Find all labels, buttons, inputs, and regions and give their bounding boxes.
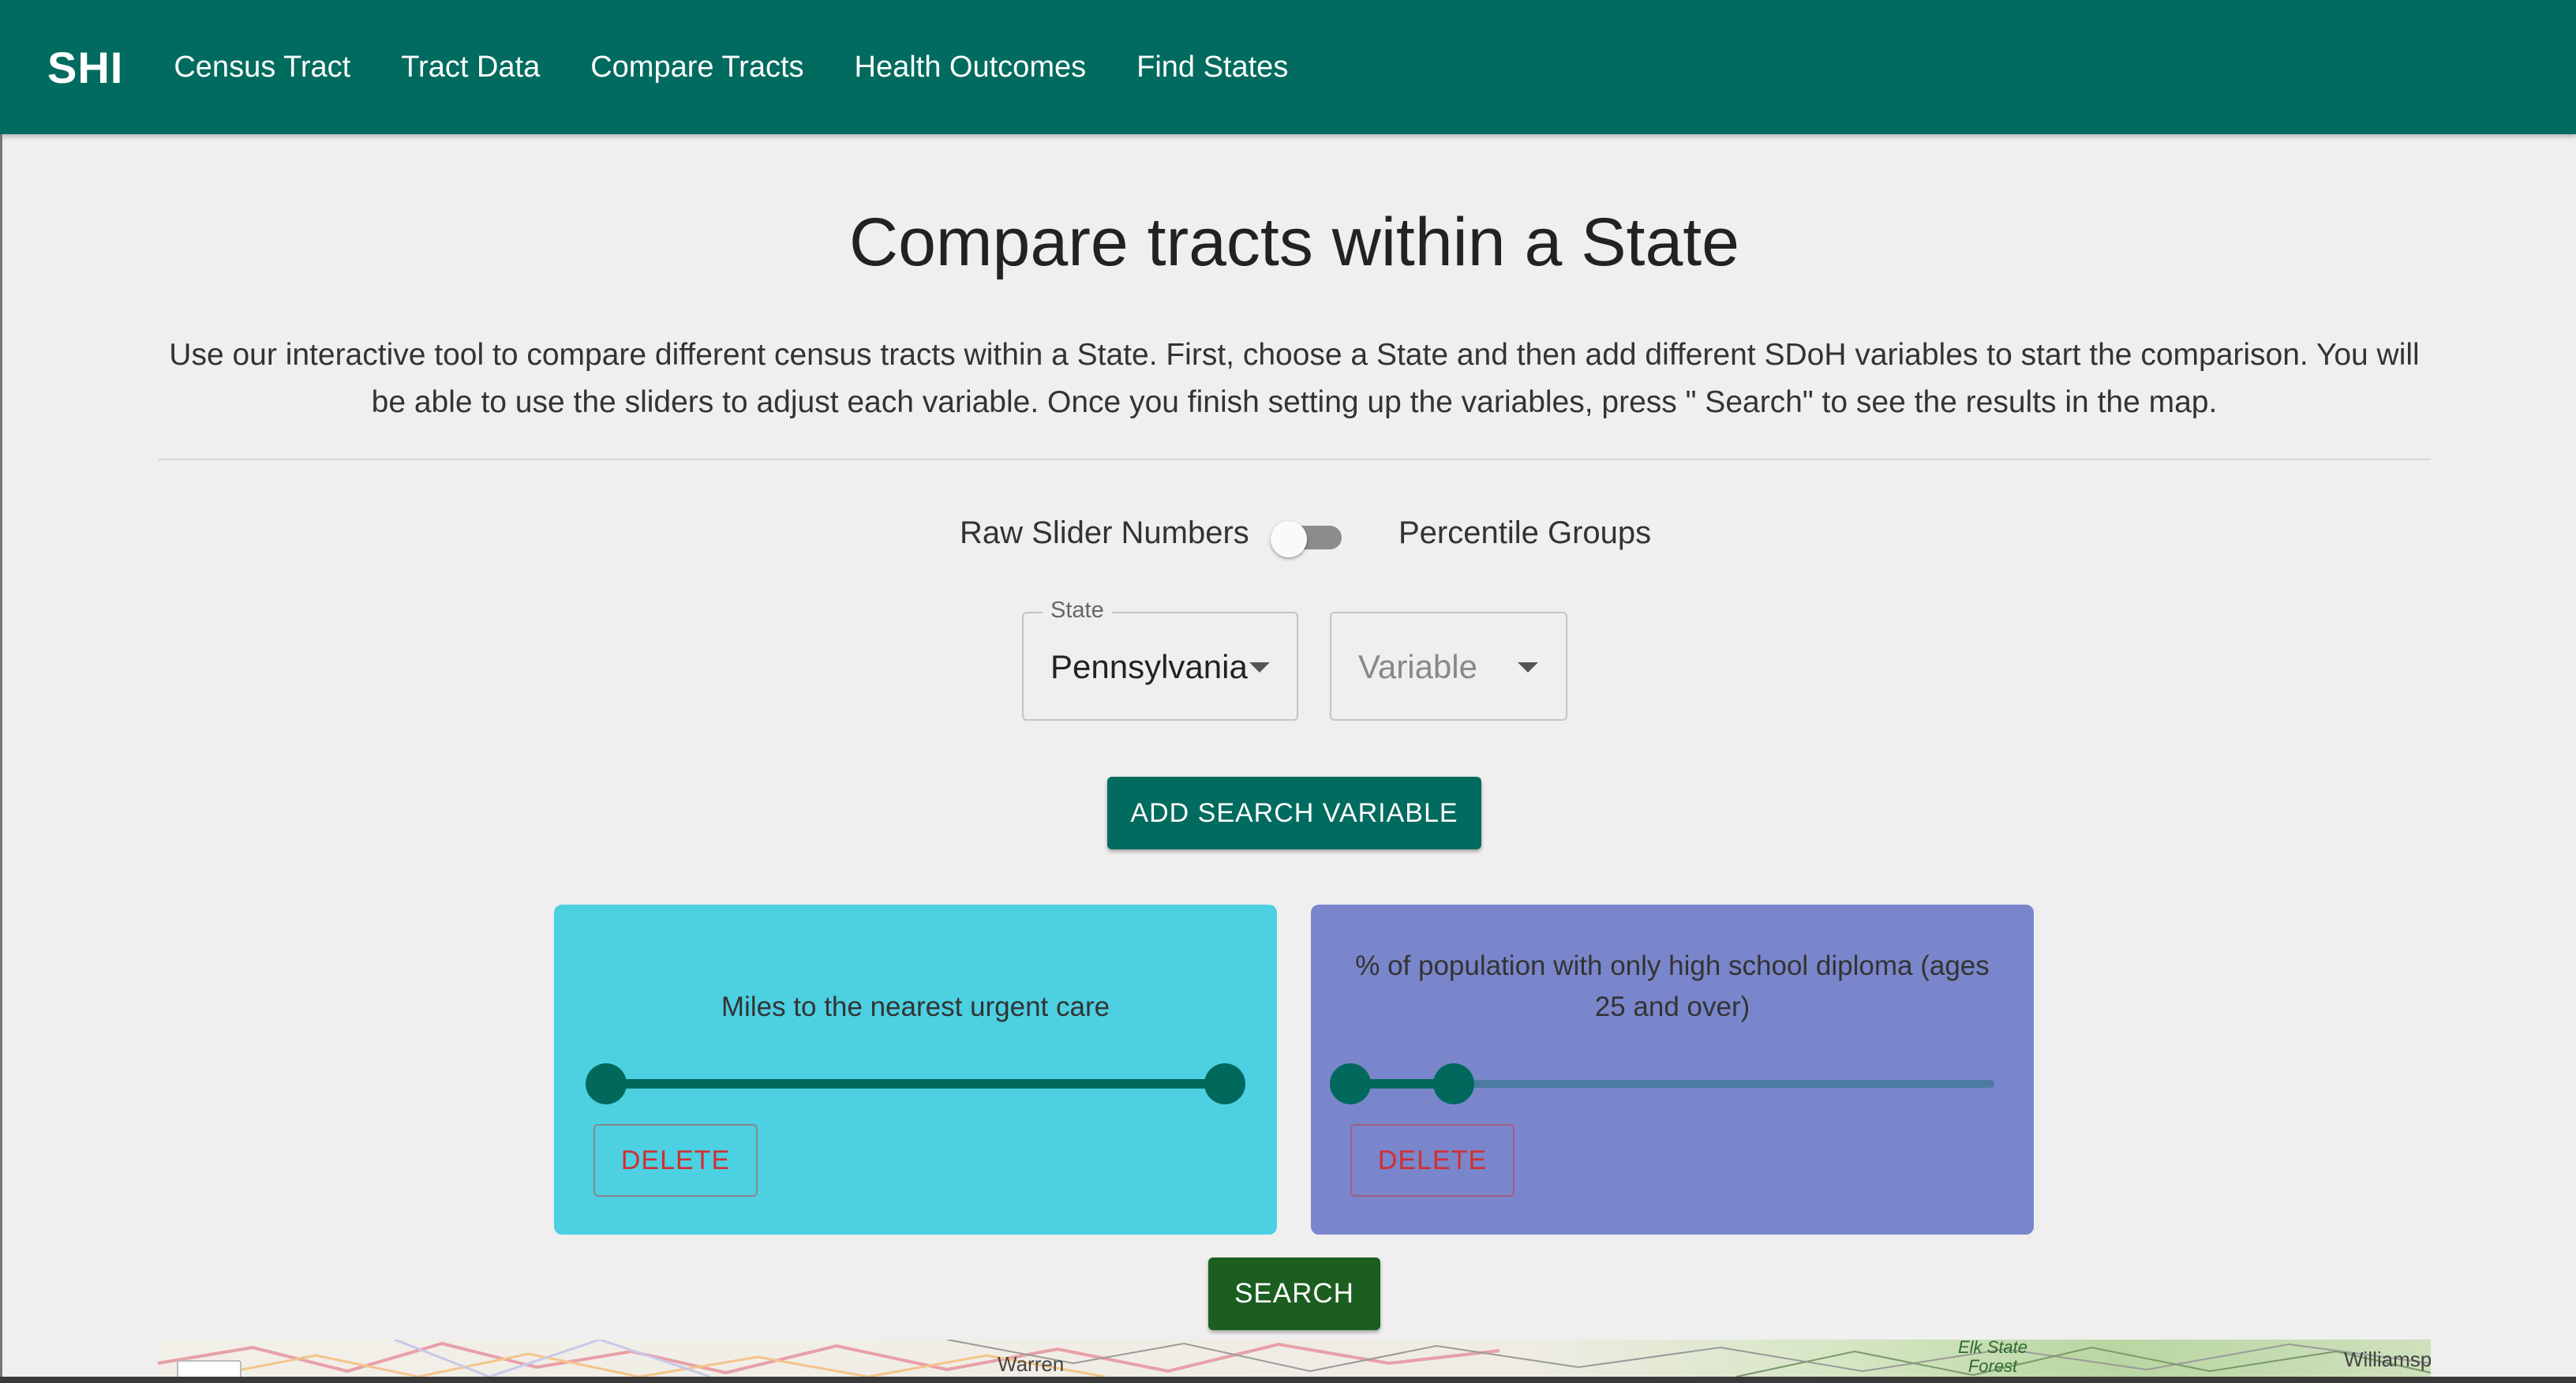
nav-link-census-tract[interactable]: Census Tract: [174, 51, 350, 84]
state-select-value: Pennsylvania: [1050, 648, 1248, 685]
delete-variable-button[interactable]: DELETE: [1350, 1124, 1515, 1197]
variable-card-title: % of population with only high school di…: [1355, 950, 1990, 1022]
map-label-williamsport: Williamsp: [2344, 1347, 2431, 1371]
map-label-elk-state-forest: Elk State Forest: [1957, 1340, 2028, 1376]
add-search-variable-button[interactable]: ADD SEARCH VARIABLE: [1107, 777, 1481, 849]
map-label-warren: Warren: [998, 1352, 1065, 1376]
variable-card-urgent-care: Miles to the nearest urgent care DELETE: [554, 905, 1277, 1235]
raw-percentile-switch[interactable]: [1271, 521, 1346, 557]
intro-paragraph: Use our interactive tool to compare diff…: [169, 338, 2420, 419]
nav-link-health-outcomes[interactable]: Health Outcomes: [855, 51, 1087, 84]
toggle-label-raw: Raw Slider Numbers: [960, 515, 1249, 550]
variable-card-title: Miles to the nearest urgent care: [721, 991, 1110, 1022]
brand-logo[interactable]: SHI: [47, 42, 123, 93]
nav-link-tract-data[interactable]: Tract Data: [401, 51, 540, 84]
chevron-down-icon: [1518, 662, 1538, 673]
section-divider: [158, 459, 2431, 460]
delete-variable-button[interactable]: DELETE: [593, 1124, 758, 1197]
results-map[interactable]: Warren Elk State Forest Williamsp: [158, 1340, 2431, 1377]
chevron-down-icon: [1249, 662, 1270, 673]
map-zoom-control[interactable]: [177, 1360, 242, 1377]
range-slider-max-thumb[interactable]: [1432, 1063, 1474, 1104]
variable-card-high-school-diploma: % of population with only high school di…: [1311, 905, 2034, 1235]
window-bottom-border: [0, 1377, 2576, 1383]
range-slider-track: [606, 1079, 1225, 1089]
range-slider-max-thumb[interactable]: [1204, 1063, 1245, 1104]
range-slider-min-thumb[interactable]: [586, 1063, 627, 1104]
variable-select[interactable]: Variable: [1330, 612, 1567, 721]
state-select-legend: State: [1043, 598, 1112, 624]
toggle-label-percentile: Percentile Groups: [1398, 515, 1652, 550]
state-select[interactable]: State Pennsylvania: [1022, 598, 1298, 721]
switch-thumb[interactable]: [1271, 521, 1307, 557]
window-left-border: [0, 134, 2, 1383]
top-navbar: SHI Census Tract Tract Data Compare Trac…: [0, 0, 2576, 134]
nav-link-compare-tracts[interactable]: Compare Tracts: [590, 51, 803, 84]
map-roads: [158, 1340, 2431, 1377]
variable-select-placeholder: Variable: [1358, 648, 1477, 685]
search-button[interactable]: SEARCH: [1208, 1257, 1380, 1330]
range-slider-min-thumb[interactable]: [1330, 1063, 1371, 1104]
page-title: Compare tracts within a State: [848, 204, 1740, 280]
nav-link-find-states[interactable]: Find States: [1136, 51, 1288, 84]
